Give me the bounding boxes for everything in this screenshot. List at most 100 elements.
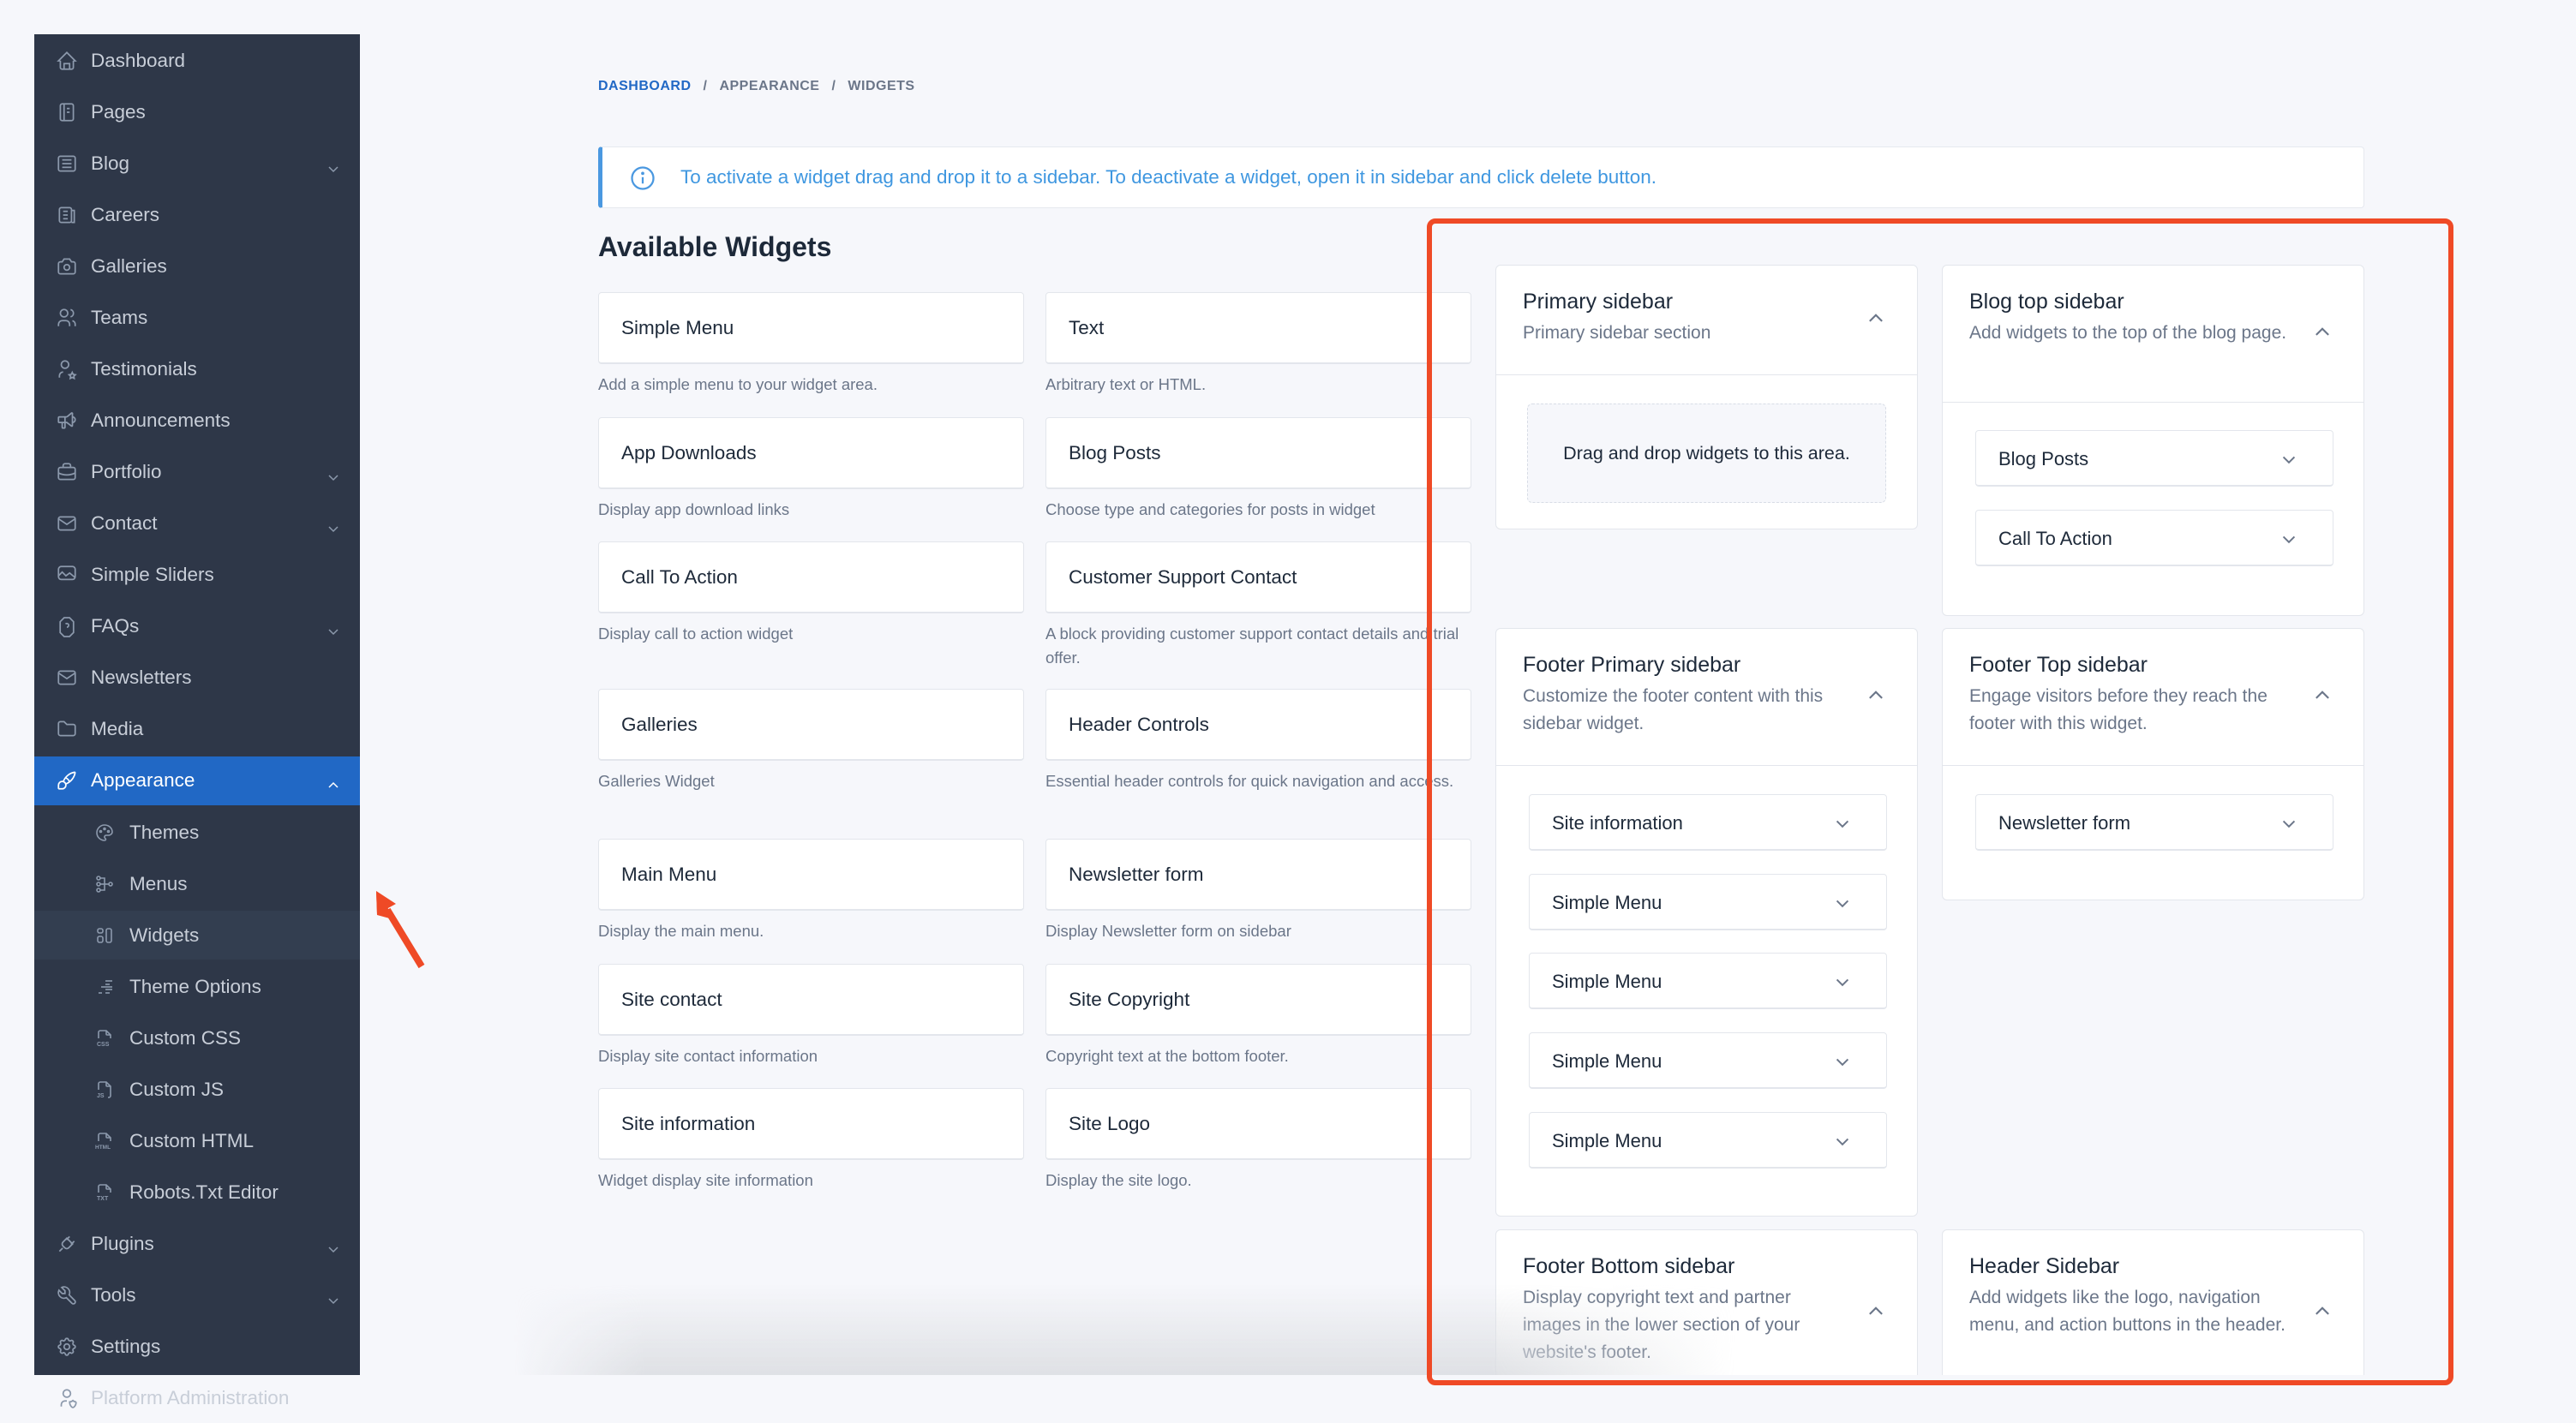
sidebar-item-simple-sliders[interactable]: Simple Sliders (34, 551, 360, 601)
widget-card[interactable]: Header Controls (1045, 689, 1471, 761)
area-widget-item[interactable]: Simple Menu (1529, 953, 1887, 1010)
sidebar-item-custom-js[interactable]: JS Custom JS (34, 1065, 360, 1115)
widget-card[interactable]: Call To Action (598, 541, 1024, 613)
sidebar-item-label: Simple Sliders (91, 564, 214, 586)
sidebar-item-galleries[interactable]: Galleries (34, 242, 360, 291)
widget-description: Display call to action widget (598, 625, 794, 643)
widget-card[interactable]: App Downloads (598, 417, 1024, 489)
breadcrumb-dashboard[interactable]: DASHBOARD (598, 79, 692, 94)
widget-card[interactable]: Simple Menu (598, 292, 1024, 364)
widget-name: Site contact (621, 989, 722, 1010)
widget-card[interactable]: Blog Posts (1045, 417, 1471, 489)
sidebar-item-label: Galleries (91, 254, 167, 277)
widget-area-header[interactable]: Footer Primary sidebar Customize the foot… (1496, 629, 1917, 766)
widget-name: Text (1069, 317, 1105, 338)
widget-description: Galleries Widget (598, 772, 715, 790)
breadcrumb-separator: / (703, 79, 708, 93)
sidebar-item-blog[interactable]: Blog (34, 139, 360, 188)
chevron-down-icon[interactable] (1835, 974, 1850, 990)
chevron-up-icon[interactable] (2314, 687, 2331, 704)
breadcrumb-appearance[interactable]: APPEARANCE (719, 79, 819, 94)
sidebar-item-platform-administration[interactable]: Platform Administration (34, 1373, 360, 1423)
widget-card[interactable]: Site Copyright (1045, 964, 1471, 1036)
area-widget-item[interactable]: Call To Action (1975, 509, 2333, 566)
chevron-down-icon[interactable] (327, 466, 339, 481)
sidebar-item-label: Settings (91, 1336, 161, 1358)
user-shield-icon (55, 1386, 79, 1410)
sidebar-item-settings[interactable]: Settings (34, 1322, 360, 1372)
area-widget-name: Simple Menu (1552, 891, 1662, 913)
widget-card[interactable]: Site contact (598, 964, 1024, 1036)
chevron-down-icon[interactable] (1835, 1054, 1850, 1069)
sidebar-item-faqs[interactable]: FAQs (34, 602, 360, 652)
sidebar-item-label: Newsletters (91, 667, 192, 689)
chevron-down-icon[interactable] (327, 1238, 339, 1253)
chevron-down-icon[interactable] (2281, 451, 2297, 467)
sidebar-item-newsletters[interactable]: Newsletters (34, 654, 360, 703)
widget-area-header[interactable]: Blog top sidebar Add widgets to the top o… (1943, 266, 2363, 403)
widget-card[interactable]: Customer Support Contact (1045, 541, 1471, 613)
chevron-down-icon[interactable] (1835, 816, 1850, 831)
sidebar-item-menus[interactable]: Menus (34, 859, 360, 909)
sidebar-item-teams[interactable]: Teams (34, 293, 360, 343)
area-widget-item[interactable]: Simple Menu (1529, 1111, 1887, 1169)
widget-area-title: Footer Bottom sidebar (1523, 1254, 1735, 1278)
chevron-down-icon[interactable] (2281, 816, 2297, 831)
chevron-down-icon[interactable] (1835, 895, 1850, 911)
widget-area-primary-sidebar: Primary sidebar Primary sidebar section Dr… (1495, 265, 1918, 529)
widget-card[interactable]: Newsletter form (1045, 839, 1471, 911)
sidebar-item-robots-txt-editor[interactable]: TXT Robots.Txt Editor (34, 1168, 360, 1217)
chevron-down-icon[interactable] (327, 620, 339, 636)
widget-name: Site information (621, 1113, 756, 1134)
widget-area-title: Blog top sidebar (1969, 290, 2124, 314)
widget-area-footer-top-sidebar: Footer Top sidebar Engage visitors before… (1942, 628, 2364, 900)
sidebar-item-appearance[interactable]: Appearance (34, 756, 360, 806)
widget-dropzone[interactable]: Drag and drop widgets to this area. (1527, 404, 1886, 503)
widget-area-header[interactable]: Footer Top sidebar Engage visitors before… (1943, 629, 2363, 766)
area-widget-item[interactable]: Blog Posts (1975, 430, 2333, 487)
chevron-up-icon[interactable] (2314, 324, 2331, 341)
chevron-down-icon[interactable] (327, 1289, 339, 1305)
folder-icon (55, 717, 79, 741)
area-widget-item[interactable]: Site information (1529, 794, 1887, 851)
widget-area-description: Add widgets to the top of the blog page. (1969, 323, 2287, 343)
area-widget-item[interactable]: Newsletter form (1975, 794, 2333, 851)
sidebar-item-themes[interactable]: Themes (34, 808, 360, 858)
chevron-up-icon[interactable] (1867, 687, 1884, 704)
sidebar-item-pages[interactable]: Pages (34, 87, 360, 137)
chevron-up-icon[interactable] (327, 774, 339, 789)
sidebar-item-theme-options[interactable]: Theme Options (34, 962, 360, 1012)
widget-card[interactable]: Site Logo (1045, 1088, 1471, 1160)
widget-card[interactable]: Galleries (598, 689, 1024, 761)
sidebar-item-careers[interactable]: Careers (34, 190, 360, 240)
sidebar-item-announcements[interactable]: Announcements (34, 396, 360, 445)
widget-card[interactable]: Main Menu (598, 839, 1024, 911)
sidebar-item-tools[interactable]: Tools (34, 1271, 360, 1320)
sidebar-item-media[interactable]: Media (34, 705, 360, 755)
widget-card[interactable]: Site information (598, 1088, 1024, 1160)
sidebar-item-custom-html[interactable]: HTML Custom HTML (34, 1116, 360, 1166)
sidebar-item-custom-css[interactable]: CSS Custom CSS (34, 1013, 360, 1063)
chevron-down-icon[interactable] (327, 517, 339, 533)
area-widget-item[interactable]: Simple Menu (1529, 1032, 1887, 1090)
chevron-down-icon[interactable] (327, 158, 339, 172)
sidebar-item-widgets[interactable]: Widgets (34, 910, 360, 960)
file-txt-icon: TXT (93, 1181, 117, 1205)
sidebar-item-plugins[interactable]: Plugins (34, 1219, 360, 1269)
area-widget-name: Call To Action (1998, 527, 2112, 549)
chevron-up-icon[interactable] (1867, 310, 1884, 327)
widget-area-header[interactable]: Primary sidebar Primary sidebar section (1496, 266, 1917, 375)
area-widget-item[interactable]: Simple Menu (1529, 873, 1887, 930)
chevron-down-icon[interactable] (1835, 1133, 1850, 1149)
sidebar-item-testimonials[interactable]: Testimonials (34, 344, 360, 394)
sidebar-item-label: Appearance (91, 769, 195, 792)
user-star-icon (55, 357, 79, 381)
chevron-down-icon[interactable] (2281, 531, 2297, 547)
sidebar-item-portfolio[interactable]: Portfolio (34, 447, 360, 497)
widget-card[interactable]: Text (1045, 292, 1471, 364)
widget-description: Display Newsletter form on sidebar (1045, 922, 1291, 940)
mail-icon (55, 666, 79, 690)
chevron-up-icon[interactable] (2314, 1303, 2331, 1320)
sidebar-item-dashboard[interactable]: Dashboard (34, 36, 360, 86)
sidebar-item-contact[interactable]: Contact (34, 499, 360, 548)
